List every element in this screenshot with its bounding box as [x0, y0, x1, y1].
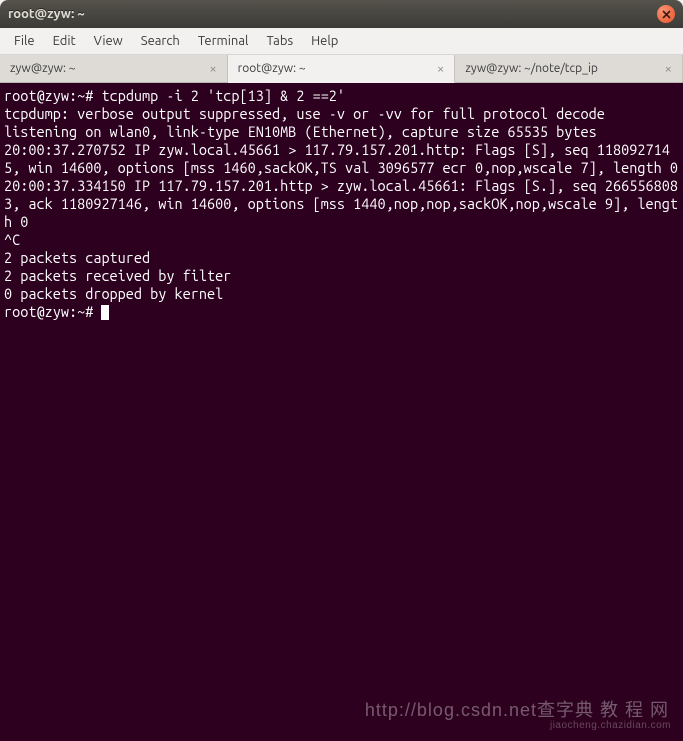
shell-prompt: root@zyw:~#	[4, 87, 101, 104]
tab-close-icon[interactable]: ×	[665, 62, 672, 76]
tab-0[interactable]: zyw@zyw: ~ ×	[0, 55, 228, 82]
terminal-output: 20:00:37.270752 IP zyw.local.45661 > 117…	[4, 141, 679, 177]
terminal-command: tcpdump -i 2 'tcp[13] & 2 ==2'	[101, 87, 345, 104]
terminal-output: ^C	[4, 231, 679, 249]
tab-close-icon[interactable]: ×	[209, 62, 216, 76]
terminal-output: 20:00:37.334150 IP 117.79.157.201.http >…	[4, 177, 679, 231]
menu-edit[interactable]: Edit	[45, 31, 84, 51]
watermark-sub: jiaocheng.chazidian.com	[550, 717, 671, 735]
cursor	[101, 305, 109, 320]
menu-file[interactable]: File	[6, 31, 43, 51]
tab-label: zyw@zyw: ~/note/tcp_ip	[465, 62, 598, 75]
window-close-button[interactable]	[657, 5, 675, 23]
tabbar: zyw@zyw: ~ × root@zyw: ~ × zyw@zyw: ~/no…	[0, 55, 683, 83]
terminal-output: listening on wlan0, link-type EN10MB (Et…	[4, 123, 679, 141]
tab-1[interactable]: root@zyw: ~ ×	[228, 55, 456, 83]
window-title: root@zyw: ~	[8, 7, 85, 21]
window-titlebar: root@zyw: ~	[0, 0, 683, 28]
terminal-output: 2 packets captured	[4, 249, 679, 267]
menu-search[interactable]: Search	[133, 31, 188, 51]
tab-2[interactable]: zyw@zyw: ~/note/tcp_ip ×	[455, 55, 683, 82]
tab-label: zyw@zyw: ~	[10, 62, 76, 75]
menu-help[interactable]: Help	[303, 31, 346, 51]
menu-view[interactable]: View	[86, 31, 131, 51]
shell-prompt: root@zyw:~#	[4, 303, 101, 320]
menu-terminal[interactable]: Terminal	[190, 31, 257, 51]
terminal-output: 2 packets received by filter	[4, 267, 679, 285]
terminal-output: 0 packets dropped by kernel	[4, 285, 679, 303]
menu-tabs[interactable]: Tabs	[258, 31, 301, 51]
tab-close-icon[interactable]: ×	[437, 62, 444, 76]
close-icon	[662, 10, 671, 19]
terminal-viewport[interactable]: root@zyw:~# tcpdump -i 2 'tcp[13] & 2 ==…	[0, 83, 683, 741]
menubar: File Edit View Search Terminal Tabs Help	[0, 28, 683, 55]
tab-label: root@zyw: ~	[238, 62, 306, 75]
terminal-output: tcpdump: verbose output suppressed, use …	[4, 105, 679, 123]
